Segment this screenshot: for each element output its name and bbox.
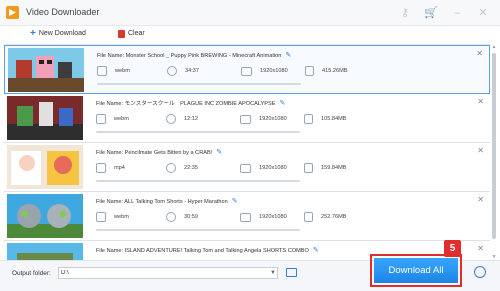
close-icon[interactable]: ✕ <box>476 49 483 58</box>
filesize-icon <box>304 212 313 222</box>
trash-icon <box>118 30 125 38</box>
close-window-icon[interactable]: ✕ <box>476 6 490 20</box>
filesize-icon <box>305 66 314 76</box>
download-list: File Name: Monster School _ Puppy Pink B… <box>4 44 490 260</box>
file-name: File Name: Pencilmate Gets Bitten by a C… <box>96 149 223 156</box>
clock-icon <box>166 163 176 173</box>
list-item[interactable]: File Name: ALL Talking Tom Shorts - Hype… <box>4 192 490 241</box>
format-icon <box>96 114 106 124</box>
list-item[interactable]: File Name: Pencilmate Gets Bitten by a C… <box>4 143 490 192</box>
close-icon[interactable]: ✕ <box>477 244 484 253</box>
close-icon[interactable]: ✕ <box>477 146 484 155</box>
download-all-highlight: Download All <box>370 254 462 287</box>
clock-icon <box>166 212 176 222</box>
output-folder-input[interactable] <box>58 267 278 279</box>
video-thumbnail <box>7 243 83 260</box>
video-thumbnail <box>7 96 83 140</box>
pencil-icon[interactable]: ✎ <box>216 149 222 156</box>
file-name: File Name: モンスタースクール PLAGUE INC ZOMBIE A… <box>96 100 286 107</box>
resolution-icon <box>240 114 251 124</box>
output-folder-label: Output folder: <box>12 270 51 277</box>
resolution-icon <box>240 212 251 222</box>
resolution-info: 1920x1080 <box>240 113 287 125</box>
resolution-info: 1920x1080 <box>240 162 287 174</box>
minimize-icon[interactable]: – <box>450 6 464 20</box>
toolbar: + New Download Clear <box>0 26 500 42</box>
clock-icon <box>167 66 177 76</box>
list-scrollbar[interactable]: ▲ ▼ <box>490 44 498 260</box>
duration-info: 30:59 <box>166 211 198 223</box>
plus-icon: + <box>30 28 36 39</box>
filesize-info: 252.76MB <box>304 211 347 223</box>
title-bar: Video Downloader ⚷ 🛒 – ✕ <box>0 0 500 26</box>
format-info: webm <box>96 113 129 125</box>
format-icon <box>96 212 106 222</box>
file-name: File Name: ALL Talking Tom Shorts - Hype… <box>96 198 238 205</box>
download-progress <box>96 131 300 133</box>
file-name: File Name: Monster School _ Puppy Pink B… <box>97 52 292 59</box>
cart-icon[interactable]: 🛒 <box>424 6 438 20</box>
scroll-up-icon[interactable]: ▲ <box>491 44 497 50</box>
download-all-button[interactable]: Download All <box>374 258 458 283</box>
resolution-info: 1920x1080 <box>240 211 287 223</box>
scroll-thumb[interactable] <box>492 53 496 239</box>
window-title: Video Downloader <box>26 7 100 17</box>
download-progress <box>97 83 301 85</box>
filesize-info: 415.26MB <box>305 65 348 77</box>
pencil-icon[interactable]: ✎ <box>313 247 319 254</box>
format-icon <box>97 66 107 76</box>
filesize-info: 105.84MB <box>304 113 347 125</box>
pencil-icon[interactable]: ✎ <box>285 52 291 59</box>
clear-label: Clear <box>128 30 145 37</box>
video-thumbnail <box>7 145 83 189</box>
close-icon[interactable]: ✕ <box>477 195 484 204</box>
close-icon[interactable]: ✕ <box>477 97 484 106</box>
duration-info: 12:12 <box>166 113 198 125</box>
duration-info: 34:37 <box>167 65 199 77</box>
resolution-icon <box>240 163 251 173</box>
list-item[interactable]: File Name: Monster School _ Puppy Pink B… <box>4 45 490 94</box>
filesize-info: 159.84MB <box>304 162 347 174</box>
resolution-info: 1920x1080 <box>241 65 288 77</box>
new-download-label: New Download <box>38 30 86 37</box>
format-icon <box>96 163 106 173</box>
download-progress <box>96 180 300 182</box>
filesize-icon <box>304 114 313 124</box>
format-info: webm <box>97 65 130 77</box>
filesize-icon <box>304 163 313 173</box>
new-download-button[interactable]: + New Download <box>30 28 86 40</box>
step-badge: 5 <box>444 240 461 257</box>
list-item[interactable]: File Name: モンスタースクール PLAGUE INC ZOMBIE A… <box>4 94 490 143</box>
clock-icon <box>166 114 176 124</box>
app-logo-icon <box>6 6 19 19</box>
key-icon[interactable]: ⚷ <box>398 6 412 20</box>
clear-button[interactable]: Clear <box>118 28 145 40</box>
video-thumbnail <box>7 194 83 238</box>
format-info: webm <box>96 211 129 223</box>
resolution-icon <box>241 66 252 76</box>
pencil-icon[interactable]: ✎ <box>232 198 238 205</box>
folder-icon[interactable] <box>286 268 297 277</box>
duration-info: 22:35 <box>166 162 198 174</box>
file-name: File Name: ISLAND ADVENTURE! Talking Tom… <box>96 247 319 254</box>
alarm-clock-icon[interactable] <box>474 266 486 278</box>
chevron-down-icon[interactable]: ▼ <box>270 270 276 276</box>
format-info: mp4 <box>96 162 125 174</box>
download-progress <box>96 229 300 231</box>
pencil-icon[interactable]: ✎ <box>279 100 285 107</box>
video-thumbnail <box>8 48 84 92</box>
